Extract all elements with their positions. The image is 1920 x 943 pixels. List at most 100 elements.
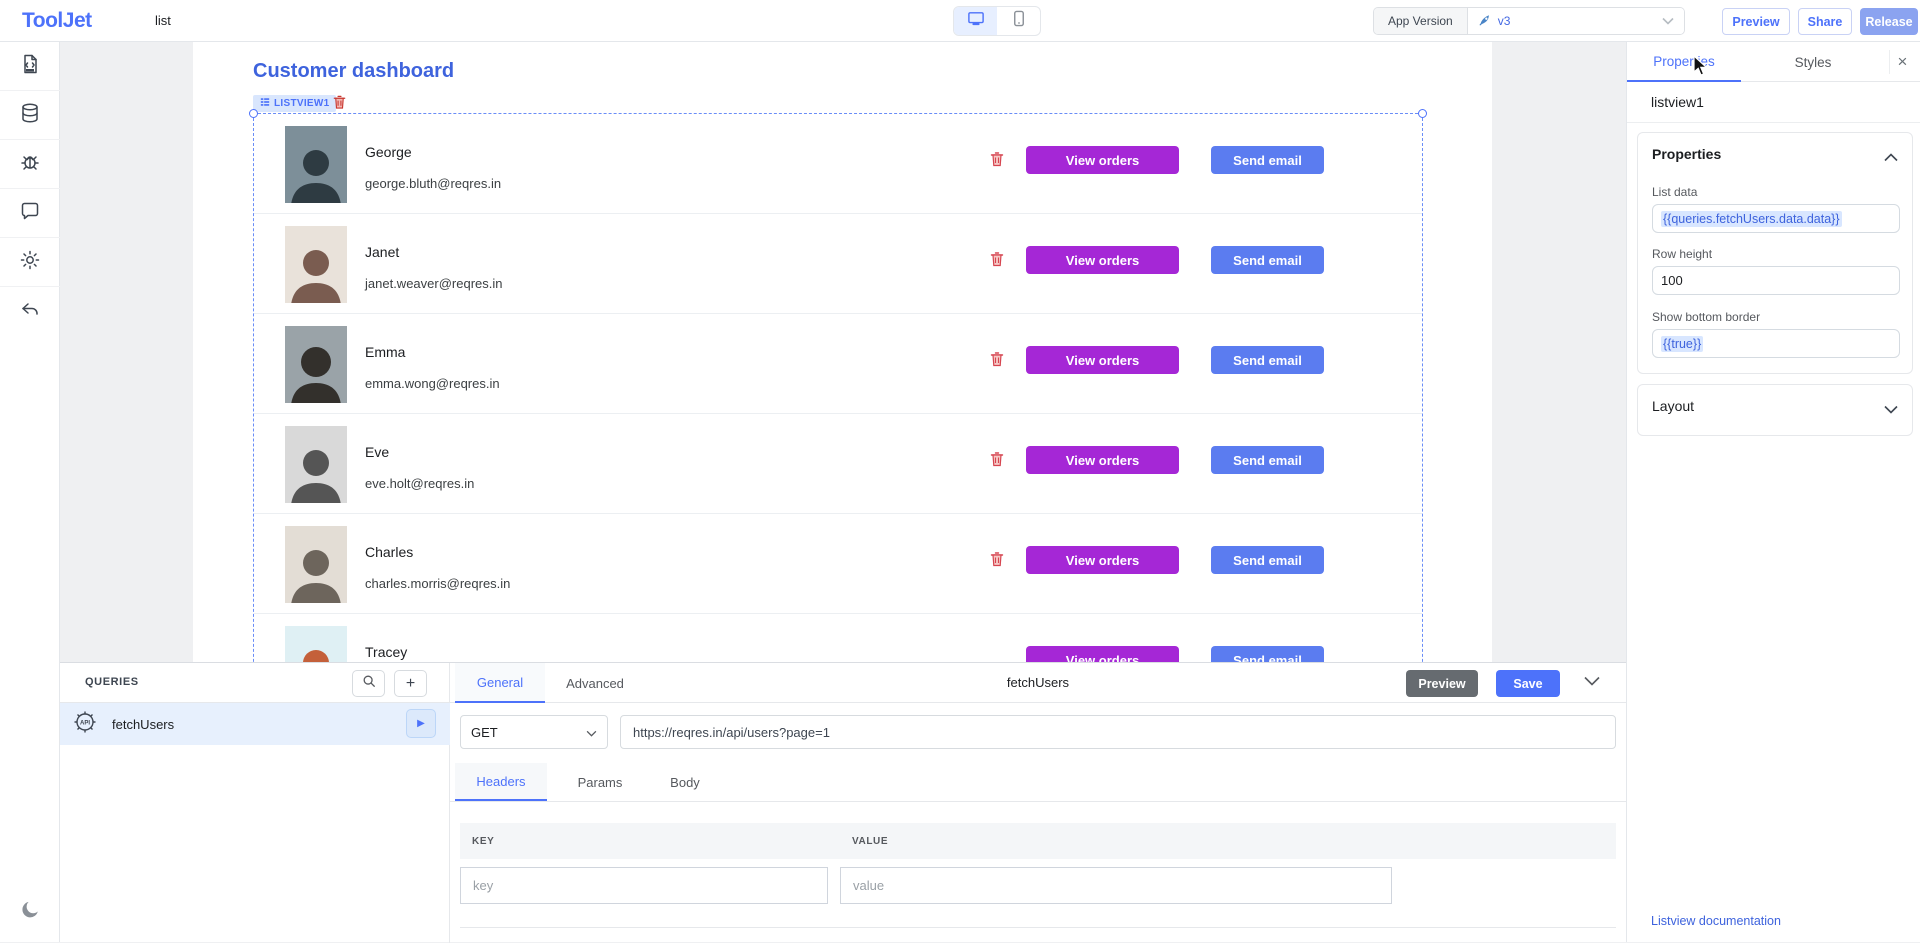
show-bottom-border-label: Show bottom border (1652, 310, 1760, 324)
sidebar-item-pages[interactable] (0, 42, 60, 91)
release-button[interactable]: Release (1860, 8, 1918, 35)
sidebar-item-debugger[interactable] (0, 140, 60, 189)
gear-icon (18, 248, 42, 277)
app-version-control: App Version v3 (1373, 7, 1685, 35)
customer-email: emma.wong@reqres.in (365, 376, 500, 391)
row-trash-icon[interactable] (989, 450, 1005, 473)
plus-icon: + (406, 675, 415, 693)
tab-properties[interactable]: Properties (1627, 42, 1741, 82)
tab-headers[interactable]: Headers (455, 763, 547, 801)
view-orders-button[interactable]: View orders (1026, 246, 1179, 274)
version-select[interactable]: v3 (1468, 8, 1684, 34)
mobile-toggle-button[interactable] (997, 7, 1040, 35)
header-key-input[interactable] (460, 867, 828, 904)
request-url-input[interactable] (620, 715, 1616, 749)
app-name[interactable]: list (155, 13, 171, 28)
database-icon (18, 101, 42, 130)
bug-icon (18, 150, 42, 179)
avatar (285, 526, 347, 603)
desktop-toggle-button[interactable] (954, 7, 997, 35)
table-divider (460, 927, 1616, 928)
add-query-button[interactable]: + (394, 670, 427, 697)
close-inspector-icon[interactable]: × (1889, 50, 1915, 74)
send-email-button[interactable]: Send email (1211, 346, 1324, 374)
view-orders-button[interactable]: View orders (1026, 346, 1179, 374)
send-email-button[interactable]: Send email (1211, 146, 1324, 174)
list-item: Janet janet.weaver@reqres.in View orders… (254, 214, 1422, 314)
search-query-button[interactable] (352, 670, 385, 697)
resize-handle-top-right[interactable] (1418, 109, 1427, 118)
row-height-input[interactable]: 100 (1652, 266, 1900, 295)
send-email-button[interactable]: Send email (1211, 246, 1324, 274)
customer-name: Tracey (365, 644, 407, 660)
dark-mode-toggle[interactable] (0, 899, 60, 926)
resize-handle-top-left[interactable] (249, 109, 258, 118)
view-orders-button[interactable]: View orders (1026, 546, 1179, 574)
avatar (285, 226, 347, 303)
tab-advanced[interactable]: Advanced (545, 663, 645, 703)
tab-general[interactable]: General (455, 663, 545, 703)
show-bottom-border-input[interactable]: {{true}} (1652, 329, 1900, 358)
share-button[interactable]: Share (1798, 8, 1852, 35)
customer-email: eve.holt@reqres.in (365, 476, 474, 491)
query-item-fetchusers[interactable]: API fetchUsers ▶ (60, 703, 450, 745)
editor-canvas-background: Customer dashboard LISTVIEW1 George geor… (60, 42, 1626, 662)
chevron-up-icon[interactable] (1884, 149, 1898, 167)
widget-tag-listview1[interactable]: LISTVIEW1 (253, 95, 336, 112)
preview-app-button[interactable]: Preview (1722, 8, 1790, 35)
query-save-button[interactable]: Save (1496, 670, 1560, 697)
undo-arrow-icon (18, 297, 42, 326)
sidebar-item-comments[interactable] (0, 189, 60, 238)
customer-email: charles.morris@reqres.in (365, 576, 510, 591)
chevron-down-icon[interactable] (1884, 401, 1898, 419)
http-method-select[interactable]: GET (460, 715, 608, 749)
tab-styles[interactable]: Styles (1741, 42, 1885, 82)
run-query-button[interactable]: ▶ (406, 709, 436, 738)
query-list: QUERIES + API fetchUsers ▶ (60, 663, 450, 943)
customer-name: Janet (365, 244, 399, 260)
customer-email: janet.weaver@reqres.in (365, 276, 502, 291)
send-email-button[interactable]: Send email (1211, 546, 1324, 574)
view-orders-button[interactable]: View orders (1026, 446, 1179, 474)
sidebar-item-undo[interactable] (0, 287, 60, 336)
sidebar-item-database[interactable] (0, 91, 60, 140)
query-preview-button[interactable]: Preview (1406, 670, 1478, 697)
send-email-button[interactable]: Send email (1211, 446, 1324, 474)
queries-title: QUERIES (85, 676, 139, 688)
tab-params[interactable]: Params (560, 763, 640, 801)
send-email-button[interactable]: Send email (1211, 646, 1324, 662)
search-icon (362, 674, 376, 693)
divider (1627, 122, 1920, 123)
view-orders-button[interactable]: View orders (1026, 646, 1179, 662)
list-data-input[interactable]: {{queries.fetchUsers.data.data}} (1652, 204, 1900, 233)
list-data-label: List data (1652, 185, 1697, 199)
row-trash-icon[interactable] (989, 150, 1005, 173)
widget-tag-label: LISTVIEW1 (274, 98, 329, 109)
listview-documentation-link[interactable]: Listview documentation (1651, 914, 1781, 928)
collapse-panel-icon[interactable] (1584, 673, 1600, 691)
page-title[interactable]: Customer dashboard (253, 60, 454, 83)
left-sidebar (0, 42, 60, 942)
listview-widget[interactable]: George george.bluth@reqres.in View order… (253, 113, 1423, 662)
tab-body[interactable]: Body (655, 763, 715, 801)
rocket-icon (1478, 13, 1492, 30)
query-editor-header: fetchUsers General Advanced Preview Save (450, 663, 1626, 703)
app-canvas[interactable]: Customer dashboard LISTVIEW1 George geor… (193, 42, 1492, 662)
listview-widget-icon (260, 97, 270, 110)
http-method-value: GET (471, 725, 498, 740)
customer-name: Emma (365, 344, 405, 360)
properties-section: Properties List data {{queries.fetchUser… (1637, 132, 1913, 374)
play-icon: ▶ (417, 718, 425, 729)
sidebar-item-settings[interactable] (0, 238, 60, 287)
list-item: Charles charles.morris@reqres.in View or… (254, 514, 1422, 614)
view-orders-button[interactable]: View orders (1026, 146, 1179, 174)
desktop-icon (967, 11, 985, 32)
selected-widget-name: listview1 (1651, 94, 1704, 110)
delete-widget-icon[interactable] (332, 94, 347, 115)
moon-icon (19, 899, 41, 926)
pages-icon (18, 52, 42, 81)
row-trash-icon[interactable] (989, 550, 1005, 573)
row-trash-icon[interactable] (989, 250, 1005, 273)
row-trash-icon[interactable] (989, 350, 1005, 373)
header-value-input[interactable] (840, 867, 1392, 904)
